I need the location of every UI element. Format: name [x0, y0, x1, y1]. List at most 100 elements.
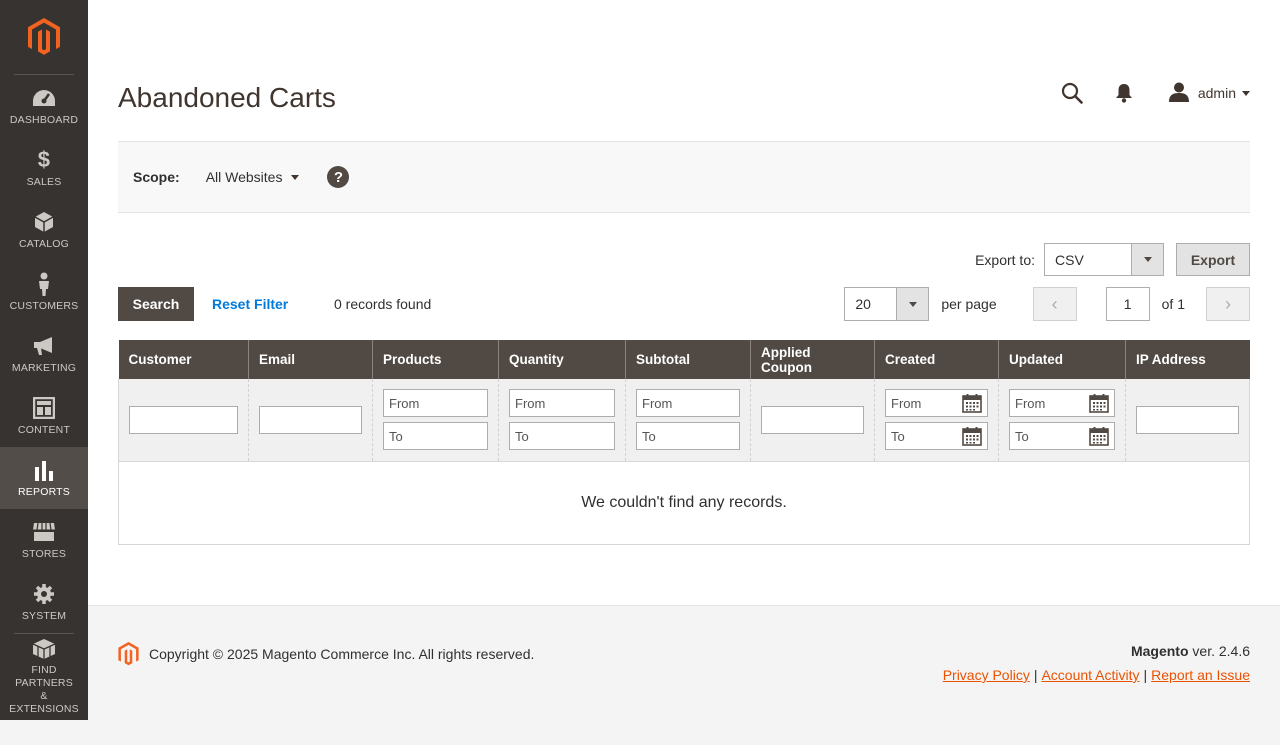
- user-name: admin: [1197, 85, 1236, 101]
- customer-filter-input[interactable]: [129, 405, 238, 434]
- chevron-down-icon: [1242, 90, 1250, 96]
- col-created[interactable]: Created: [874, 340, 999, 379]
- scope-dropdown[interactable]: All Websites: [206, 169, 300, 185]
- page-footer: Copyright © 2025 Magento Commerce Inc. A…: [88, 605, 1280, 720]
- dashboard-icon: [32, 86, 56, 110]
- search-button[interactable]: Search: [118, 287, 194, 321]
- coupon-filter-input[interactable]: [761, 405, 864, 434]
- filter-cell-quantity: [498, 379, 626, 462]
- filter-cell-customer: [118, 379, 249, 462]
- filter-cell-ip: [1125, 379, 1250, 462]
- filter-cell-subtotal: [625, 379, 751, 462]
- magento-logo-icon: [28, 18, 60, 55]
- blocks-icon: [32, 638, 56, 660]
- nav-stores[interactable]: STORES: [0, 509, 88, 571]
- chevron-right-icon: ›: [1225, 293, 1231, 314]
- grid-actions: Search Reset Filter 0 records found 20 p…: [118, 287, 1250, 321]
- nav-system[interactable]: SYSTEM: [0, 571, 88, 633]
- email-filter-input[interactable]: [259, 405, 362, 434]
- nav-dashboard[interactable]: DASHBOARD: [0, 75, 88, 137]
- col-ip-address[interactable]: IP Address: [1125, 340, 1250, 379]
- calendar-icon[interactable]: [962, 426, 982, 447]
- export-format-select[interactable]: CSV: [1044, 243, 1164, 276]
- col-subtotal[interactable]: Subtotal: [625, 340, 751, 379]
- ip-filter-input[interactable]: [1136, 405, 1239, 434]
- dollar-icon: $: [37, 147, 51, 172]
- brand-name: Magento: [1130, 643, 1189, 659]
- header-actions: admin: [1059, 80, 1250, 106]
- col-quantity[interactable]: Quantity: [498, 340, 626, 379]
- col-email[interactable]: Email: [248, 340, 373, 379]
- per-page-label: per page: [941, 296, 997, 312]
- nav-marketing-label: MARKETING: [11, 362, 77, 374]
- col-applied-coupon[interactable]: Applied Coupon: [750, 340, 875, 379]
- records-count: 0 records found: [334, 296, 432, 312]
- nav-catalog[interactable]: CATALOG: [0, 199, 88, 261]
- subtotal-from-input[interactable]: [636, 389, 740, 418]
- col-updated[interactable]: Updated: [998, 340, 1126, 379]
- page-title: Abandoned Carts: [118, 82, 336, 113]
- per-page-select[interactable]: 20: [844, 287, 930, 321]
- copyright: Copyright © 2025 Magento Commerce Inc. A…: [118, 642, 534, 666]
- nav-stores-label: STORES: [21, 548, 67, 560]
- privacy-policy-link[interactable]: Privacy Policy: [943, 667, 1030, 683]
- filter-row: [118, 379, 1250, 462]
- nav-reports[interactable]: REPORTS: [0, 447, 88, 509]
- col-customer[interactable]: Customer: [118, 340, 249, 379]
- megaphone-icon: [32, 334, 56, 358]
- link-separator: |: [1143, 667, 1148, 683]
- filter-cell-products: [372, 379, 499, 462]
- search-icon[interactable]: [1059, 80, 1085, 106]
- col-products[interactable]: Products: [372, 340, 499, 379]
- subtotal-to-input[interactable]: [636, 422, 740, 451]
- nav-partners-label-2: & EXTENSIONS: [9, 689, 79, 715]
- next-page-button[interactable]: ›: [1206, 287, 1250, 321]
- filter-cell-created: [874, 379, 999, 462]
- report-issue-link[interactable]: Report an Issue: [1151, 667, 1250, 683]
- nav-dashboard-label: DASHBOARD: [9, 114, 79, 126]
- calendar-icon[interactable]: [962, 393, 982, 414]
- user-menu[interactable]: admin: [1168, 82, 1250, 105]
- nav-find-partners[interactable]: FIND PARTNERS & EXTENSIONS: [9, 633, 79, 715]
- main-content: Abandoned Carts admin Scope: All Website…: [88, 0, 1280, 605]
- nav-catalog-label: CATALOG: [18, 238, 70, 250]
- products-to-input[interactable]: [383, 422, 488, 451]
- nav-marketing[interactable]: MARKETING: [0, 323, 88, 385]
- cube-icon: [34, 210, 54, 234]
- store-icon: [32, 520, 56, 544]
- chevron-down-icon: [291, 174, 300, 180]
- dropdown-arrow-icon: [896, 288, 929, 320]
- magento-logo[interactable]: [14, 0, 74, 75]
- bar-chart-icon: [33, 458, 55, 482]
- nav-content[interactable]: CONTENT: [0, 385, 88, 447]
- user-icon: [1168, 82, 1189, 105]
- reset-filter-link[interactable]: Reset Filter: [212, 296, 288, 312]
- nav-customers[interactable]: CUSTOMERS: [0, 261, 88, 323]
- scope-value: All Websites: [205, 169, 283, 185]
- bell-icon[interactable]: [1111, 80, 1137, 106]
- nav-reports-label: REPORTS: [18, 486, 70, 498]
- abandoned-carts-grid: Customer Email Products Quantity Subtota…: [118, 340, 1250, 545]
- prev-page-button[interactable]: ‹: [1032, 287, 1077, 321]
- nav-partners-label-1: FIND PARTNERS: [15, 663, 73, 689]
- calendar-icon[interactable]: [1089, 426, 1109, 447]
- version-text: ver. 2.4.6: [1188, 643, 1250, 659]
- help-icon[interactable]: ?: [327, 166, 350, 188]
- bottom-strip: [0, 720, 1280, 745]
- products-from-input[interactable]: [383, 389, 488, 418]
- page-number-input[interactable]: [1105, 287, 1150, 321]
- quantity-to-input[interactable]: [509, 422, 615, 451]
- admin-sidebar: DASHBOARD $ SALES CATALOG CUSTOMERS MARK…: [0, 0, 88, 720]
- account-activity-link[interactable]: Account Activity: [1041, 667, 1139, 683]
- pager: 20 per page ‹ of 1 ›: [844, 287, 1250, 321]
- quantity-from-input[interactable]: [509, 389, 615, 418]
- empty-message: We couldn't find any records.: [118, 461, 1250, 545]
- export-button[interactable]: Export: [1176, 243, 1250, 276]
- link-separator: |: [1033, 667, 1038, 683]
- nav-sales[interactable]: $ SALES: [0, 137, 88, 199]
- per-page-value: 20: [855, 296, 871, 312]
- calendar-icon[interactable]: [1089, 393, 1109, 414]
- created-from-wrap: [885, 389, 988, 418]
- scope-switcher: Scope: All Websites ?: [118, 142, 1250, 213]
- empty-row: We couldn't find any records.: [118, 461, 1250, 545]
